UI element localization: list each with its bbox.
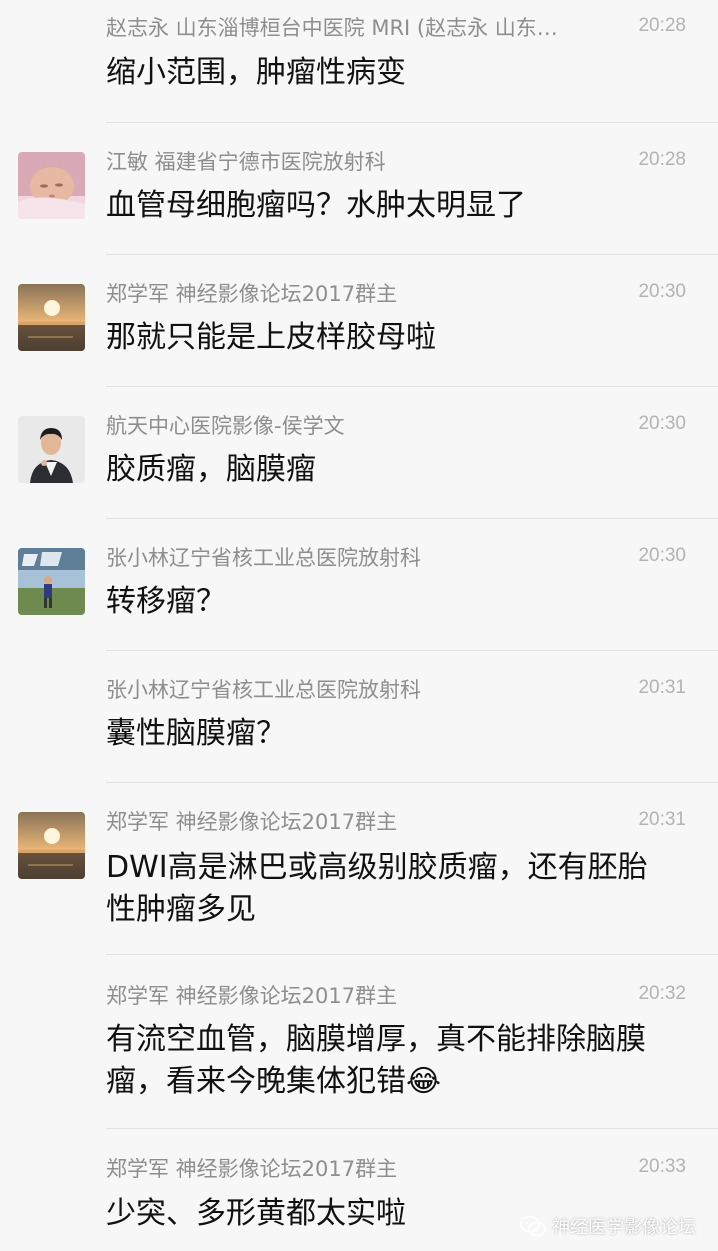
list-item[interactable]: 郑学军 神经影像论坛2017群主 20:31 DWI高是淋巴或高级别胶质瘤，还有… <box>0 783 718 955</box>
message-time: 20:30 <box>638 545 686 566</box>
avatar[interactable] <box>18 812 85 879</box>
message-time: 20:30 <box>638 413 686 434</box>
message-time: 20:30 <box>638 281 686 302</box>
message-text: 有流空血管，脑膜增厚，真不能排除脑膜瘤，看来今晚集体犯错😂 <box>106 1022 646 1099</box>
sender-name: 郑学军 神经影像论坛2017群主 <box>106 810 398 834</box>
avatar[interactable] <box>18 416 85 483</box>
sunset-photo-icon <box>18 284 85 351</box>
avatar[interactable] <box>18 284 85 351</box>
wechat-icon <box>520 1215 546 1237</box>
watermark: 神经医学影像论坛 <box>520 1213 696 1239</box>
list-item[interactable]: 航天中心医院影像-侯学文 20:30 胶质瘤，脑膜瘤 <box>0 387 718 519</box>
sender-name: 江敏 福建省宁德市医院放射科 <box>106 150 386 174</box>
list-item[interactable]: 张小林辽宁省核工业总医院放射科 20:30 转移瘤？ <box>0 519 718 651</box>
message-time: 20:32 <box>638 983 686 1004</box>
sender-name: 郑学军 神经影像论坛2017群主 <box>106 1157 398 1181</box>
baby-photo-icon <box>18 152 85 219</box>
sender-name: 张小林辽宁省核工业总医院放射科 <box>106 678 421 702</box>
avatar[interactable] <box>18 152 85 219</box>
watermark-label: 神经医学影像论坛 <box>552 1217 696 1238</box>
message-time: 20:31 <box>638 809 686 830</box>
sender-name: 张小林辽宁省核工业总医院放射科 <box>106 546 421 570</box>
message-text: 转移瘤？ <box>106 584 226 619</box>
message-time: 20:28 <box>638 149 686 170</box>
message-text: DWI高是淋巴或高级别胶质瘤，还有胚胎性肿瘤多见 <box>106 850 648 927</box>
message-text: 胶质瘤，脑膜瘤 <box>106 452 316 487</box>
sender-name: 郑学军 神经影像论坛2017群主 <box>106 984 398 1008</box>
message-text: 缩小范围，肿瘤性病变 <box>106 55 406 90</box>
message-time: 20:28 <box>638 15 686 36</box>
list-item[interactable]: 江敏 福建省宁德市医院放射科 20:28 血管母细胞瘤吗？水肿太明显了 <box>0 123 718 255</box>
sender-name: 赵志永 山东淄博桓台中医院 MRI (赵志永 山东… <box>106 16 558 40</box>
sunset-photo-icon <box>18 812 85 879</box>
list-item[interactable]: 郑学军 神经影像论坛2017群主 20:32 有流空血管，脑膜增厚，真不能排除脑… <box>0 955 718 1129</box>
avatar[interactable] <box>18 548 85 615</box>
message-time: 20:31 <box>638 677 686 698</box>
list-item[interactable]: 郑学军 神经影像论坛2017群主 20:30 那就只能是上皮样胶母啦 <box>0 255 718 387</box>
list-item[interactable]: 赵志永 山东淄博桓台中医院 MRI (赵志永 山东… 20:28 缩小范围，肿瘤… <box>0 0 718 130</box>
message-time: 20:33 <box>638 1156 686 1177</box>
message-text: 囊性脑膜瘤？ <box>106 716 286 751</box>
message-text: 血管母细胞瘤吗？水肿太明显了 <box>106 188 526 223</box>
sender-name: 郑学军 神经影像论坛2017群主 <box>106 282 398 306</box>
message-text: 那就只能是上皮样胶母啦 <box>106 320 436 355</box>
man-portrait-icon <box>18 416 85 483</box>
sender-name: 航天中心医院影像-侯学文 <box>106 414 345 438</box>
person-outdoor-icon <box>18 548 85 615</box>
list-item[interactable]: 张小林辽宁省核工业总医院放射科 20:31 囊性脑膜瘤？ <box>0 651 718 783</box>
